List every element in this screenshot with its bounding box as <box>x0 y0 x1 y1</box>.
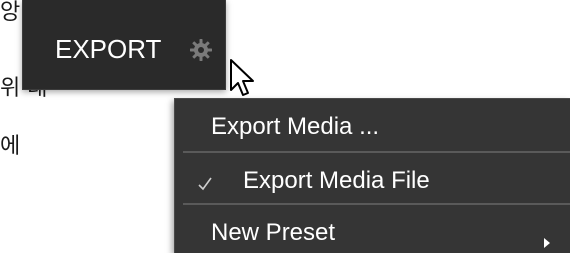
menu-item-label: Export Media ... <box>211 113 380 140</box>
mouse-pointer-icon <box>229 58 259 98</box>
menu-item-export-media-file[interactable]: Export Media File <box>175 155 570 207</box>
export-label: EXPORT <box>55 34 162 64</box>
menu-item-new-preset[interactable]: New Preset <box>175 207 570 253</box>
checkmark-icon <box>197 171 213 191</box>
export-context-menu: Export Media ... Export Media File New P… <box>174 98 570 253</box>
chevron-right-icon <box>544 227 550 248</box>
export-button[interactable]: EXPORT <box>22 0 254 96</box>
menu-separator <box>183 151 570 153</box>
menu-item-label: Export Media File <box>243 167 430 194</box>
menu-item-export-media[interactable]: Export Media ... <box>175 101 570 153</box>
background-text-fragment: 앙 <box>0 0 21 25</box>
menu-item-label: New Preset <box>211 219 336 246</box>
background-text-fragment: 에 <box>0 134 21 159</box>
gear-icon[interactable] <box>189 38 213 62</box>
menu-separator <box>183 203 570 205</box>
